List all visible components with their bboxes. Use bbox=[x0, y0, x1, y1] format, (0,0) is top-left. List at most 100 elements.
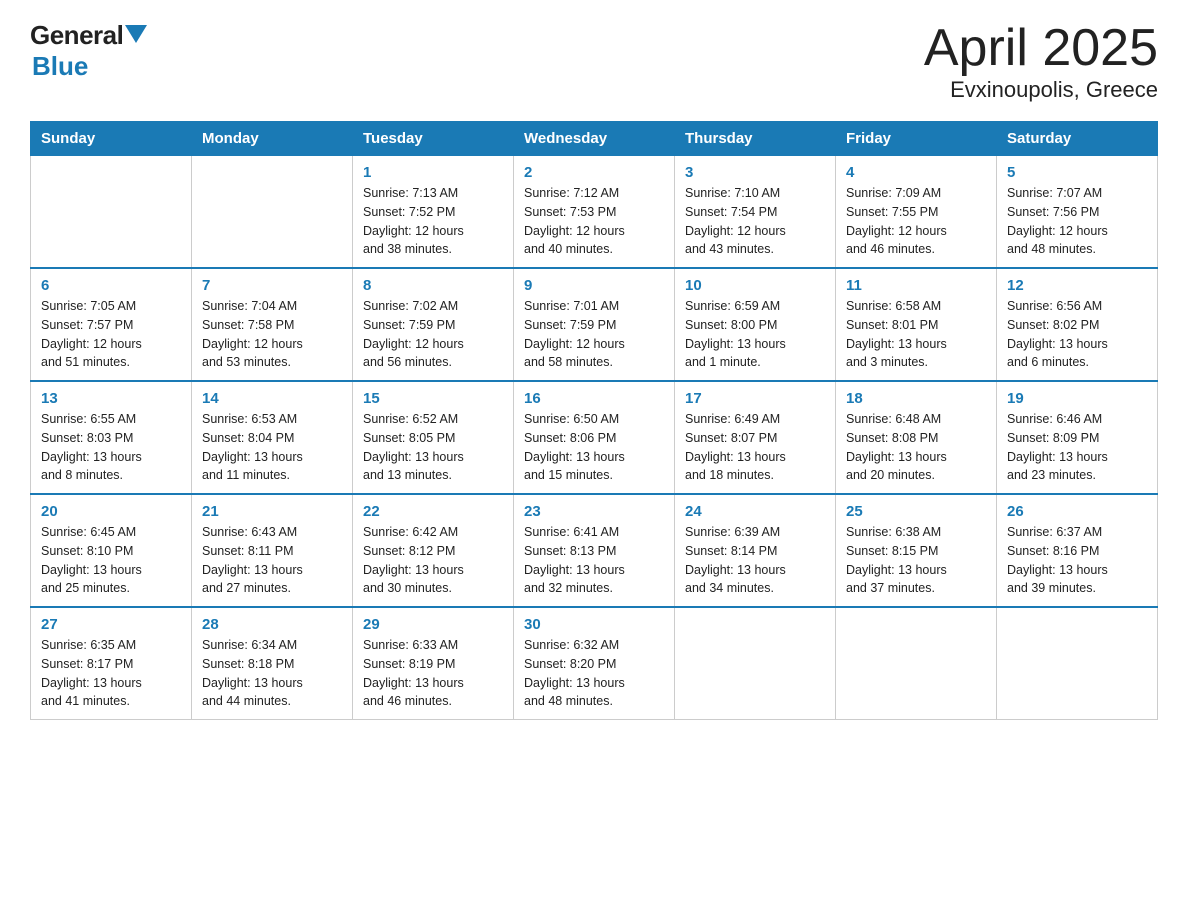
day-info: Sunrise: 7:05 AMSunset: 7:57 PMDaylight:… bbox=[41, 297, 181, 372]
calendar-cell: 29 Sunrise: 6:33 AMSunset: 8:19 PMDayligh… bbox=[353, 607, 514, 720]
calendar-cell: 23 Sunrise: 6:41 AMSunset: 8:13 PMDayligh… bbox=[514, 494, 675, 607]
day-info: Sunrise: 6:49 AMSunset: 8:07 PMDaylight:… bbox=[685, 410, 825, 485]
calendar-cell: 9 Sunrise: 7:01 AMSunset: 7:59 PMDaylight… bbox=[514, 268, 675, 381]
calendar-cell: 18Sunrise: 6:48 AMSunset: 8:08 PMDayligh… bbox=[836, 381, 997, 494]
day-number: 8 bbox=[363, 277, 503, 294]
day-number: 6 bbox=[41, 277, 181, 294]
day-info: Sunrise: 6:33 AMSunset: 8:19 PMDaylight:… bbox=[363, 636, 503, 711]
calendar-cell: 4 Sunrise: 7:09 AMSunset: 7:55 PMDaylight… bbox=[836, 156, 997, 269]
day-number: 28 bbox=[202, 616, 342, 633]
week-row-4: 20 Sunrise: 6:45 AMSunset: 8:10 PMDayligh… bbox=[31, 494, 1158, 607]
day-number: 9 bbox=[524, 277, 664, 294]
day-number: 27 bbox=[41, 616, 181, 633]
calendar-cell: 5Sunrise: 7:07 AMSunset: 7:56 PMDaylight… bbox=[997, 156, 1158, 269]
calendar-cell: 22 Sunrise: 6:42 AMSunset: 8:12 PMDayligh… bbox=[353, 494, 514, 607]
day-info: Sunrise: 6:59 AMSunset: 8:00 PMDaylight:… bbox=[685, 297, 825, 372]
day-number: 12 bbox=[1007, 277, 1147, 294]
day-number: 7 bbox=[202, 277, 342, 294]
day-info: Sunrise: 6:41 AMSunset: 8:13 PMDaylight:… bbox=[524, 523, 664, 598]
day-number: 20 bbox=[41, 503, 181, 520]
calendar-header-row: SundayMondayTuesdayWednesdayThursdayFrid… bbox=[31, 122, 1158, 156]
calendar-cell bbox=[192, 156, 353, 269]
calendar-cell: 2Sunrise: 7:12 AMSunset: 7:53 PMDaylight… bbox=[514, 156, 675, 269]
day-info: Sunrise: 6:52 AMSunset: 8:05 PMDaylight:… bbox=[363, 410, 503, 485]
day-number: 26 bbox=[1007, 503, 1147, 520]
day-info: Sunrise: 7:07 AMSunset: 7:56 PMDaylight:… bbox=[1007, 184, 1147, 259]
day-info: Sunrise: 6:38 AMSunset: 8:15 PMDaylight:… bbox=[846, 523, 986, 598]
day-info: Sunrise: 7:13 AMSunset: 7:52 PMDaylight:… bbox=[363, 184, 503, 259]
day-number: 10 bbox=[685, 277, 825, 294]
day-number: 14 bbox=[202, 390, 342, 407]
header-monday: Monday bbox=[192, 122, 353, 156]
day-number: 19 bbox=[1007, 390, 1147, 407]
day-number: 16 bbox=[524, 390, 664, 407]
week-row-3: 13Sunrise: 6:55 AMSunset: 8:03 PMDayligh… bbox=[31, 381, 1158, 494]
calendar-cell: 12 Sunrise: 6:56 AMSunset: 8:02 PMDayligh… bbox=[997, 268, 1158, 381]
page-header: General Blue April 2025 Evxinoupolis, Gr… bbox=[30, 20, 1158, 103]
calendar-cell: 6 Sunrise: 7:05 AMSunset: 7:57 PMDaylight… bbox=[31, 268, 192, 381]
calendar-cell: 27Sunrise: 6:35 AMSunset: 8:17 PMDayligh… bbox=[31, 607, 192, 720]
day-info: Sunrise: 6:45 AMSunset: 8:10 PMDaylight:… bbox=[41, 523, 181, 598]
day-number: 23 bbox=[524, 503, 664, 520]
day-number: 22 bbox=[363, 503, 503, 520]
calendar-cell: 24Sunrise: 6:39 AMSunset: 8:14 PMDayligh… bbox=[675, 494, 836, 607]
calendar-cell: 20 Sunrise: 6:45 AMSunset: 8:10 PMDayligh… bbox=[31, 494, 192, 607]
day-info: Sunrise: 6:39 AMSunset: 8:14 PMDaylight:… bbox=[685, 523, 825, 598]
calendar-cell: 1 Sunrise: 7:13 AMSunset: 7:52 PMDaylight… bbox=[353, 156, 514, 269]
day-info: Sunrise: 6:32 AMSunset: 8:20 PMDaylight:… bbox=[524, 636, 664, 711]
day-info: Sunrise: 7:01 AMSunset: 7:59 PMDaylight:… bbox=[524, 297, 664, 372]
day-info: Sunrise: 7:10 AMSunset: 7:54 PMDaylight:… bbox=[685, 184, 825, 259]
day-info: Sunrise: 6:34 AMSunset: 8:18 PMDaylight:… bbox=[202, 636, 342, 711]
header-wednesday: Wednesday bbox=[514, 122, 675, 156]
week-row-2: 6 Sunrise: 7:05 AMSunset: 7:57 PMDaylight… bbox=[31, 268, 1158, 381]
title-block: April 2025 Evxinoupolis, Greece bbox=[924, 20, 1158, 103]
logo: General Blue bbox=[30, 20, 147, 82]
calendar-cell bbox=[31, 156, 192, 269]
day-number: 4 bbox=[846, 164, 986, 181]
calendar-cell bbox=[675, 607, 836, 720]
day-number: 15 bbox=[363, 390, 503, 407]
day-number: 29 bbox=[363, 616, 503, 633]
calendar-cell: 21 Sunrise: 6:43 AMSunset: 8:11 PMDayligh… bbox=[192, 494, 353, 607]
header-tuesday: Tuesday bbox=[353, 122, 514, 156]
calendar-cell: 11Sunrise: 6:58 AMSunset: 8:01 PMDayligh… bbox=[836, 268, 997, 381]
calendar-cell bbox=[997, 607, 1158, 720]
calendar-cell: 16 Sunrise: 6:50 AMSunset: 8:06 PMDayligh… bbox=[514, 381, 675, 494]
calendar-cell: 10 Sunrise: 6:59 AMSunset: 8:00 PMDayligh… bbox=[675, 268, 836, 381]
calendar-cell: 8Sunrise: 7:02 AMSunset: 7:59 PMDaylight… bbox=[353, 268, 514, 381]
calendar-table: SundayMondayTuesdayWednesdayThursdayFrid… bbox=[30, 121, 1158, 720]
week-row-5: 27Sunrise: 6:35 AMSunset: 8:17 PMDayligh… bbox=[31, 607, 1158, 720]
day-number: 25 bbox=[846, 503, 986, 520]
logo-blue: Blue bbox=[32, 51, 88, 82]
day-number: 1 bbox=[363, 164, 503, 181]
calendar-cell bbox=[836, 607, 997, 720]
calendar-cell: 13Sunrise: 6:55 AMSunset: 8:03 PMDayligh… bbox=[31, 381, 192, 494]
day-info: Sunrise: 6:50 AMSunset: 8:06 PMDaylight:… bbox=[524, 410, 664, 485]
day-info: Sunrise: 7:09 AMSunset: 7:55 PMDaylight:… bbox=[846, 184, 986, 259]
logo-general: General bbox=[30, 20, 123, 51]
day-number: 21 bbox=[202, 503, 342, 520]
week-row-1: 1 Sunrise: 7:13 AMSunset: 7:52 PMDaylight… bbox=[31, 156, 1158, 269]
day-info: Sunrise: 6:46 AMSunset: 8:09 PMDaylight:… bbox=[1007, 410, 1147, 485]
day-info: Sunrise: 6:42 AMSunset: 8:12 PMDaylight:… bbox=[363, 523, 503, 598]
logo-triangle-icon bbox=[125, 25, 147, 43]
page-title: April 2025 bbox=[924, 20, 1158, 77]
calendar-cell: 14Sunrise: 6:53 AMSunset: 8:04 PMDayligh… bbox=[192, 381, 353, 494]
calendar-cell: 3Sunrise: 7:10 AMSunset: 7:54 PMDaylight… bbox=[675, 156, 836, 269]
day-number: 17 bbox=[685, 390, 825, 407]
day-info: Sunrise: 6:56 AMSunset: 8:02 PMDaylight:… bbox=[1007, 297, 1147, 372]
day-info: Sunrise: 7:04 AMSunset: 7:58 PMDaylight:… bbox=[202, 297, 342, 372]
day-info: Sunrise: 6:43 AMSunset: 8:11 PMDaylight:… bbox=[202, 523, 342, 598]
calendar-cell: 19 Sunrise: 6:46 AMSunset: 8:09 PMDayligh… bbox=[997, 381, 1158, 494]
calendar-cell: 17 Sunrise: 6:49 AMSunset: 8:07 PMDayligh… bbox=[675, 381, 836, 494]
day-info: Sunrise: 6:48 AMSunset: 8:08 PMDaylight:… bbox=[846, 410, 986, 485]
day-info: Sunrise: 6:37 AMSunset: 8:16 PMDaylight:… bbox=[1007, 523, 1147, 598]
calendar-cell: 15 Sunrise: 6:52 AMSunset: 8:05 PMDayligh… bbox=[353, 381, 514, 494]
header-friday: Friday bbox=[836, 122, 997, 156]
header-saturday: Saturday bbox=[997, 122, 1158, 156]
calendar-cell: 25 Sunrise: 6:38 AMSunset: 8:15 PMDayligh… bbox=[836, 494, 997, 607]
day-info: Sunrise: 6:55 AMSunset: 8:03 PMDaylight:… bbox=[41, 410, 181, 485]
day-number: 30 bbox=[524, 616, 664, 633]
day-info: Sunrise: 7:12 AMSunset: 7:53 PMDaylight:… bbox=[524, 184, 664, 259]
header-thursday: Thursday bbox=[675, 122, 836, 156]
